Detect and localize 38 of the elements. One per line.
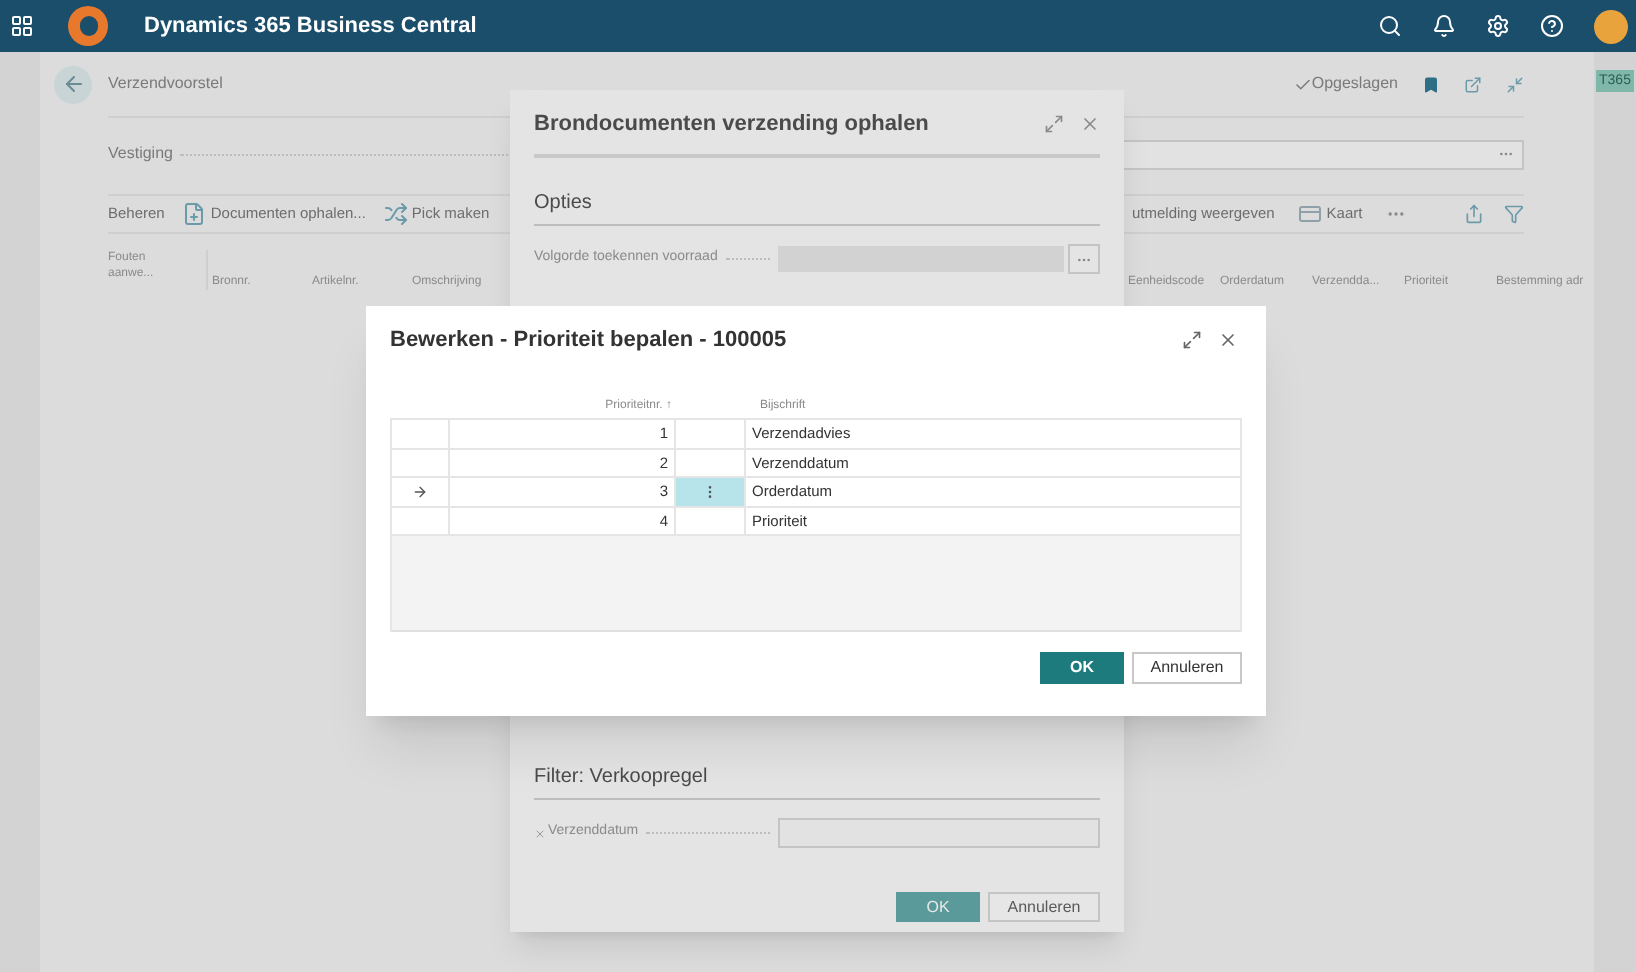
shuffle-icon: [383, 202, 408, 226]
share-icon[interactable]: [1464, 204, 1484, 224]
document-icon: [182, 202, 207, 226]
lookup-button[interactable]: [1068, 244, 1100, 274]
section-title: Opties: [534, 190, 594, 218]
dialog-title: Bewerken - Prioriteit bepalen - 100005: [390, 325, 787, 356]
bookmark-icon[interactable]: [1422, 75, 1440, 93]
card-icon: [1298, 202, 1323, 226]
close-icon[interactable]: [1080, 114, 1100, 134]
logo-icon: [68, 6, 108, 46]
section-title: Filter: Verkoopregel: [534, 764, 710, 792]
notification-icon[interactable]: [1432, 14, 1456, 38]
app-title: Dynamics 365 Business Central: [144, 11, 477, 42]
check-icon: [1293, 75, 1312, 93]
app-launcher-icon[interactable]: [10, 14, 34, 38]
avatar[interactable]: [1594, 9, 1628, 43]
ok-button[interactable]: OK: [1040, 652, 1124, 684]
settings-icon[interactable]: [1486, 14, 1510, 38]
dialog-title: Brondocumenten verzending ophalen: [534, 109, 929, 140]
remove-filter-icon[interactable]: [534, 827, 546, 839]
cancel-button[interactable]: Annuleren: [988, 892, 1100, 922]
close-icon[interactable]: [1218, 330, 1238, 350]
open-window-icon[interactable]: [1464, 75, 1482, 93]
collapse-icon[interactable]: [1506, 75, 1524, 93]
help-icon[interactable]: [1540, 14, 1564, 38]
cancel-button[interactable]: Annuleren: [1132, 652, 1242, 684]
input-field[interactable]: [778, 818, 1100, 848]
expand-icon[interactable]: [1044, 114, 1064, 134]
back-button[interactable]: [54, 65, 92, 103]
filter-icon[interactable]: [1504, 204, 1524, 224]
field-label: Vestiging: [108, 142, 173, 166]
back-arrow-icon: [61, 72, 85, 96]
expand-icon[interactable]: [1182, 330, 1202, 350]
page-title: Verzendvoorstel: [108, 72, 223, 96]
save-status: Opgeslagen: [1293, 72, 1398, 96]
search-icon[interactable]: [1378, 14, 1402, 38]
ok-button[interactable]: OK: [896, 892, 980, 922]
current-row-arrow-icon: [412, 483, 428, 500]
